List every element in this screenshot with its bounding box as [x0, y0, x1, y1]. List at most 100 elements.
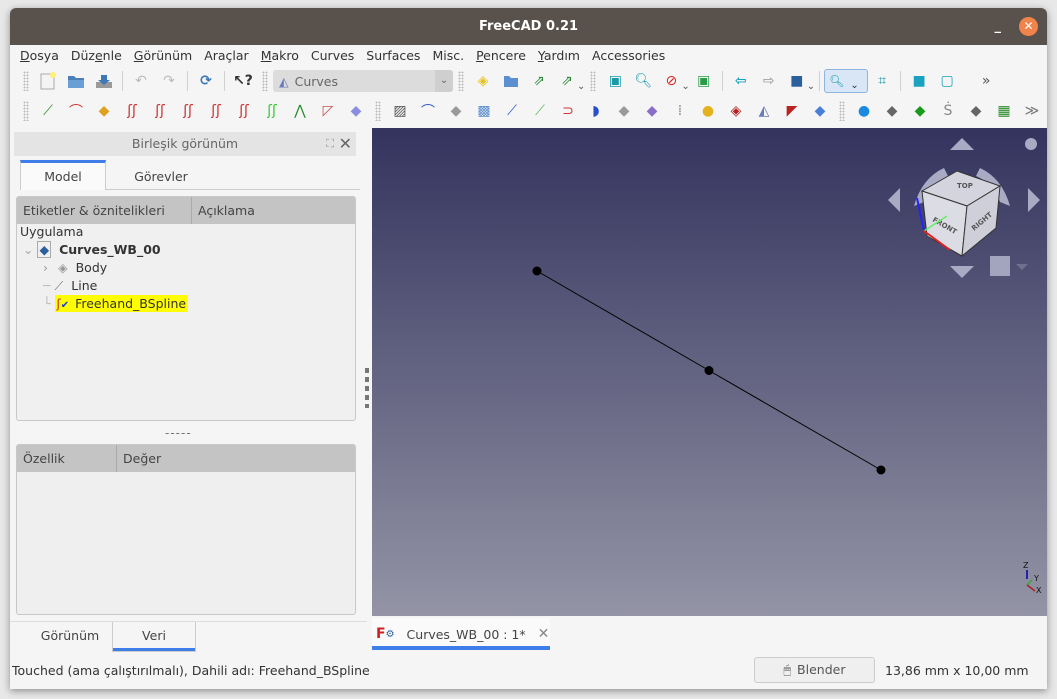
intersection-icon[interactable]: ⋀: [289, 100, 311, 122]
chevron-down-icon[interactable]: ⌄: [807, 81, 815, 92]
navigation-style-button[interactable]: 🖱︎ Blender: [754, 657, 875, 683]
curve-points-icon[interactable]: ≫: [1021, 100, 1043, 122]
freehand-bspline-curve[interactable]: [532, 266, 886, 475]
navigation-cube[interactable]: TOP FRONT RIGHT: [888, 138, 1040, 278]
cut-icon[interactable]: ◈: [725, 100, 747, 122]
line-tool-icon[interactable]: ⟋: [37, 100, 59, 122]
control-point[interactable]: [876, 465, 886, 475]
join-curve-g3-icon[interactable]: ʃʃ: [205, 100, 227, 122]
join-curve-g1-icon[interactable]: ʃʃ: [149, 100, 171, 122]
view-left-arrow-icon[interactable]: [888, 188, 900, 212]
view-up-arrow-icon[interactable]: [950, 138, 974, 150]
join-curve-icon[interactable]: ʃʃ: [121, 100, 143, 122]
menu-yardim[interactable]: Yardım: [532, 45, 586, 67]
flatten-icon[interactable]: ◭: [753, 100, 775, 122]
chevron-down-icon[interactable]: ⌄: [435, 70, 453, 92]
ruled-surface-icon[interactable]: ⟋: [529, 100, 551, 122]
gordon-icon[interactable]: ◸: [317, 100, 339, 122]
shape-green-face-icon[interactable]: ◆: [881, 100, 903, 122]
view-menu-dot-icon[interactable]: [1025, 138, 1037, 150]
isometric-view-icon[interactable]: ⌗: [871, 70, 893, 92]
menu-gorunum[interactable]: Görünüm: [128, 45, 198, 67]
workbench-selector[interactable]: ◭ Curves ⌄: [273, 70, 453, 92]
fit-all-icon[interactable]: ▣: [604, 70, 626, 92]
menu-curves[interactable]: Curves: [305, 45, 360, 67]
chevron-down-icon[interactable]: [1016, 264, 1028, 270]
toolbar-overflow-button[interactable]: »: [975, 70, 997, 92]
zoom-tool-button[interactable]: 🔍︎ ⌄: [824, 69, 869, 93]
panel-splitter[interactable]: -----: [165, 426, 192, 440]
panel-resize-handle[interactable]: [365, 368, 369, 408]
green-cube-icon[interactable]: ◆: [909, 100, 931, 122]
tree-item-freehand-bspline[interactable]: └ ʃ✔ Freehand_BSpline: [43, 295, 189, 312]
shape-red-arrow-icon[interactable]: ◆: [965, 100, 987, 122]
open-folder-icon[interactable]: [65, 70, 87, 92]
tree-item-body[interactable]: › ◈ Body: [43, 260, 107, 275]
viewport-canvas[interactable]: TOP FRONT RIGHT Z Y X: [372, 128, 1047, 616]
minimize-button[interactable]: _: [995, 8, 1002, 45]
menu-duzenle[interactable]: Düzenle: [65, 45, 128, 67]
script-icon[interactable]: Ṡ: [937, 100, 959, 122]
collapse-arrow-icon[interactable]: ⌄: [23, 242, 33, 257]
join-curve-g2-icon[interactable]: ʃʃ: [177, 100, 199, 122]
zebra-icon[interactable]: ▨: [389, 100, 411, 122]
document-tab[interactable]: F ⚙ Curves_WB_00 : 1* ✕: [372, 618, 550, 650]
surface-icon[interactable]: ◆: [345, 100, 367, 122]
undo-icon[interactable]: ↶: [130, 70, 152, 92]
mesh-icon[interactable]: ◆: [613, 100, 635, 122]
bounding-box-icon[interactable]: ▣: [693, 70, 715, 92]
control-point[interactable]: [704, 366, 714, 375]
interpolate-icon[interactable]: ⌒: [65, 100, 87, 122]
forward-arrow-icon[interactable]: ⇨: [758, 70, 780, 92]
back-arrow-icon[interactable]: ⇦: [730, 70, 752, 92]
toolbar-grip[interactable]: [590, 71, 597, 91]
menu-dosya[interactable]: Dosya: [14, 45, 65, 67]
trim-icon[interactable]: ◆: [641, 100, 663, 122]
tree-item-line[interactable]: ─ ⟋ Line: [43, 278, 97, 294]
close-tab-icon[interactable]: ✕: [538, 626, 550, 642]
view-right-arrow-icon[interactable]: [1028, 188, 1040, 212]
tab-gorevler[interactable]: Görevler: [106, 160, 216, 190]
tab-veri[interactable]: Veri: [112, 622, 196, 652]
part-icon[interactable]: ◈: [472, 70, 494, 92]
close-button[interactable]: ✕: [1019, 17, 1038, 36]
toolbar-grip[interactable]: [23, 101, 29, 121]
menu-araclar[interactable]: Araçlar: [198, 45, 255, 67]
blend-curve-icon[interactable]: ʃʃ: [233, 100, 255, 122]
3d-viewport[interactable]: TOP FRONT RIGHT Z Y X: [372, 128, 1047, 616]
top-view-icon[interactable]: ▢: [936, 70, 958, 92]
extend-icon[interactable]: ◤: [781, 100, 803, 122]
toolbar-grip[interactable]: [262, 71, 268, 91]
tab-model[interactable]: Model: [20, 160, 106, 190]
tree-item-document[interactable]: ⌄ ◆ Curves_WB_00: [23, 241, 161, 258]
std-view-icon[interactable]: ■: [786, 70, 808, 92]
toolbar-grip[interactable]: [375, 101, 381, 121]
expand-icon[interactable]: ⛶: [326, 132, 334, 156]
grid-icon[interactable]: ▦: [993, 100, 1015, 122]
sphere-icon[interactable]: ●: [697, 100, 719, 122]
group-icon[interactable]: [500, 70, 522, 92]
close-panel-icon[interactable]: ✕: [339, 132, 352, 156]
menu-surfaces[interactable]: Surfaces: [360, 45, 426, 67]
col-labels[interactable]: Etiketler & öznitelikleri: [17, 197, 192, 224]
chevron-down-icon[interactable]: ⌄: [681, 81, 689, 92]
whats-this-icon[interactable]: ↖?: [232, 70, 254, 92]
box-icon[interactable]: ▩: [473, 100, 495, 122]
menu-accessories[interactable]: Accessories: [586, 45, 671, 67]
sweep-icon[interactable]: ⊃: [557, 100, 579, 122]
link-icon[interactable]: ⇗: [528, 70, 550, 92]
control-point[interactable]: [532, 266, 542, 276]
col-value[interactable]: Değer: [117, 445, 161, 472]
new-document-icon[interactable]: [37, 70, 59, 92]
save-icon[interactable]: [93, 70, 115, 92]
toolbar-grip[interactable]: [839, 101, 845, 121]
front-view-icon[interactable]: ■: [908, 70, 930, 92]
menu-misc[interactable]: Misc.: [426, 45, 470, 67]
fit-selection-icon[interactable]: 🔍︎: [632, 70, 654, 92]
expand-arrow-icon[interactable]: ›: [43, 260, 48, 275]
ruler-icon[interactable]: ⁞: [669, 100, 691, 122]
info-icon[interactable]: ●: [853, 100, 875, 122]
pipe-icon[interactable]: ⌒: [417, 100, 439, 122]
link-actions-icon[interactable]: ⇗: [556, 70, 578, 92]
reflect-icon[interactable]: ◆: [809, 100, 831, 122]
